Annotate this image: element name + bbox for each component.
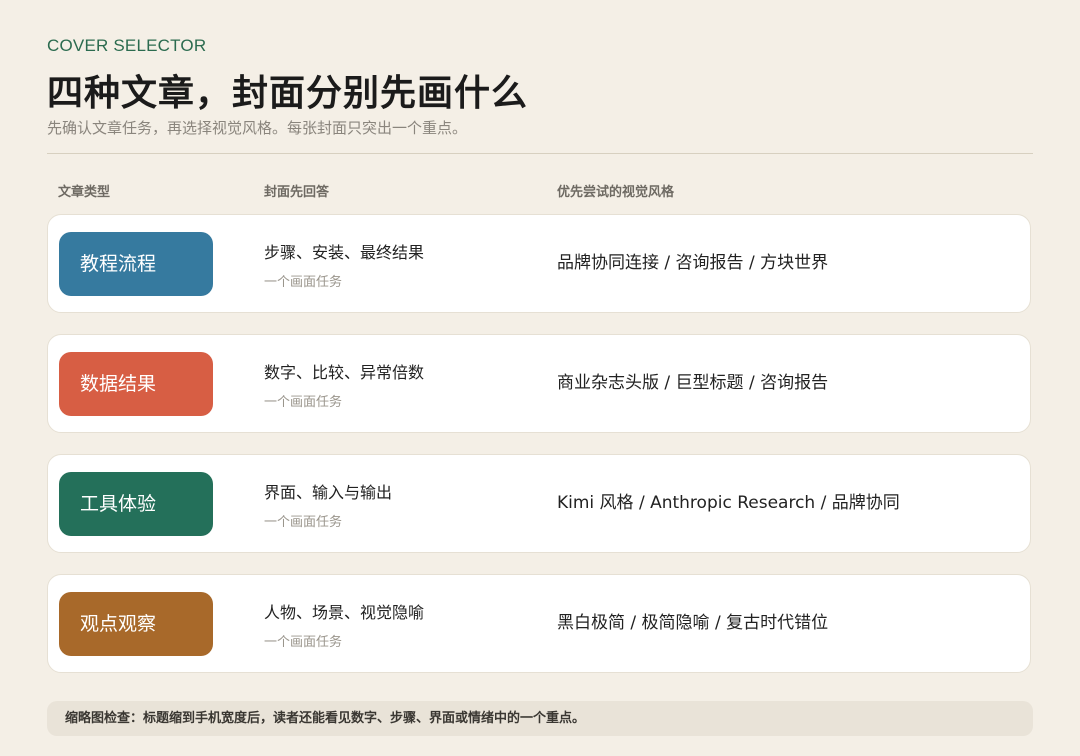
header-divider xyxy=(47,153,1033,154)
page-title: 四种文章，封面分别先画什么 xyxy=(47,73,529,114)
cover-answer: 步骤、安装、最终结果 xyxy=(264,243,425,262)
table-row-opinion: 观点观察 人物、场景、视觉隐喻 一个画面任务 黑白极简 / 极简隐喻 / 复古时… xyxy=(47,574,1031,673)
cover-answer: 界面、输入与输出 xyxy=(264,483,393,502)
visual-style-list: 商业杂志头版 / 巨型标题 / 咨询报告 xyxy=(557,373,829,393)
eyebrow-label: COVER SELECTOR xyxy=(47,36,207,55)
visual-style-list: 黑白极简 / 极简隐喻 / 复古时代错位 xyxy=(557,613,829,633)
cover-answer-note: 一个画面任务 xyxy=(264,515,343,530)
table-row-tool-experience: 工具体验 界面、输入与输出 一个画面任务 Kimi 风格 / Anthropic… xyxy=(47,454,1031,553)
article-type-badge: 教程流程 xyxy=(59,232,213,296)
column-header-type: 文章类型 xyxy=(58,185,111,200)
cover-answer-note: 一个画面任务 xyxy=(264,395,343,410)
cover-answer: 人物、场景、视觉隐喻 xyxy=(264,603,425,622)
article-type-badge: 观点观察 xyxy=(59,592,213,656)
article-type-badge: 数据结果 xyxy=(59,352,213,416)
visual-style-list: Kimi 风格 / Anthropic Research / 品牌协同 xyxy=(557,493,900,513)
cover-answer-note: 一个画面任务 xyxy=(264,635,343,650)
table-row-tutorial: 教程流程 步骤、安装、最终结果 一个画面任务 品牌协同连接 / 咨询报告 / 方… xyxy=(47,214,1031,313)
thumbnail-check-note: 缩略图检查：标题缩到手机宽度后，读者还能看见数字、步骤、界面或情绪中的一个重点。 xyxy=(47,701,1033,736)
visual-style-list: 品牌协同连接 / 咨询报告 / 方块世界 xyxy=(557,253,829,273)
article-type-badge: 工具体验 xyxy=(59,472,213,536)
cover-answer-note: 一个画面任务 xyxy=(264,275,343,290)
cover-answer: 数字、比较、异常倍数 xyxy=(264,363,425,382)
page-subtitle: 先确认文章任务，再选择视觉风格。每张封面只突出一个重点。 xyxy=(47,119,468,137)
column-header-answer: 封面先回答 xyxy=(264,185,330,200)
table-row-data-results: 数据结果 数字、比较、异常倍数 一个画面任务 商业杂志头版 / 巨型标题 / 咨… xyxy=(47,334,1031,433)
column-header-style: 优先尝试的视觉风格 xyxy=(557,185,675,200)
